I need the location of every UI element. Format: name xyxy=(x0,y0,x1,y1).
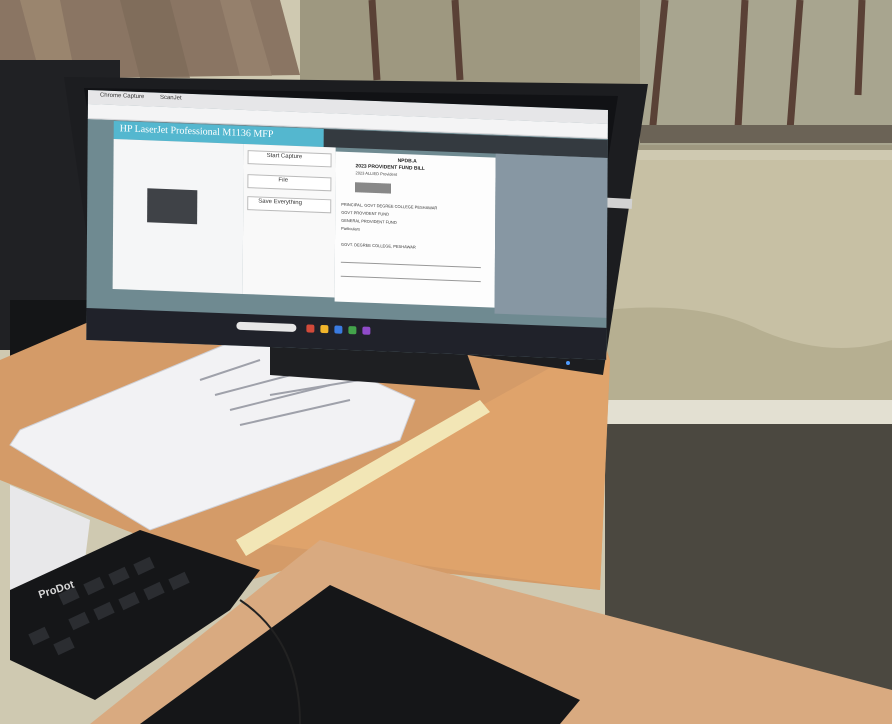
taskbar-media-icon[interactable] xyxy=(362,326,371,335)
taskbar-search[interactable] xyxy=(236,321,297,333)
printer-image xyxy=(147,188,198,225)
barcode xyxy=(355,182,392,194)
browser-tab-1[interactable]: Chrome Capture xyxy=(100,92,144,100)
app-title: HP LaserJet Professional M1136 MFP xyxy=(119,123,274,141)
save-everything-button[interactable]: Save Everything xyxy=(247,196,332,214)
file-button[interactable]: File xyxy=(247,174,332,192)
action-panel: Start Capture File Save Everything xyxy=(242,143,336,298)
browser-tab-2[interactable]: ScanJet xyxy=(160,95,182,102)
screen-content: Chrome Capture ScanJet HP LaserJet Profe… xyxy=(86,90,608,360)
viewer-background xyxy=(494,153,608,318)
power-led xyxy=(566,361,570,365)
taskbar-browser-icon[interactable] xyxy=(334,325,343,334)
taskbar-sheet-icon[interactable] xyxy=(348,326,357,335)
photo-scene: ProDot hp Chrome Capture ScanJet HP Lase… xyxy=(0,0,892,724)
start-capture-button[interactable]: Start Capture xyxy=(247,150,332,168)
preview-panel xyxy=(112,138,244,294)
scanned-document: NPDB.A 2023 PROVIDENT FUND BILL 2023 ALL… xyxy=(334,151,496,308)
taskbar-folder-icon[interactable] xyxy=(320,324,329,334)
taskbar-app-icon[interactable] xyxy=(306,324,315,333)
